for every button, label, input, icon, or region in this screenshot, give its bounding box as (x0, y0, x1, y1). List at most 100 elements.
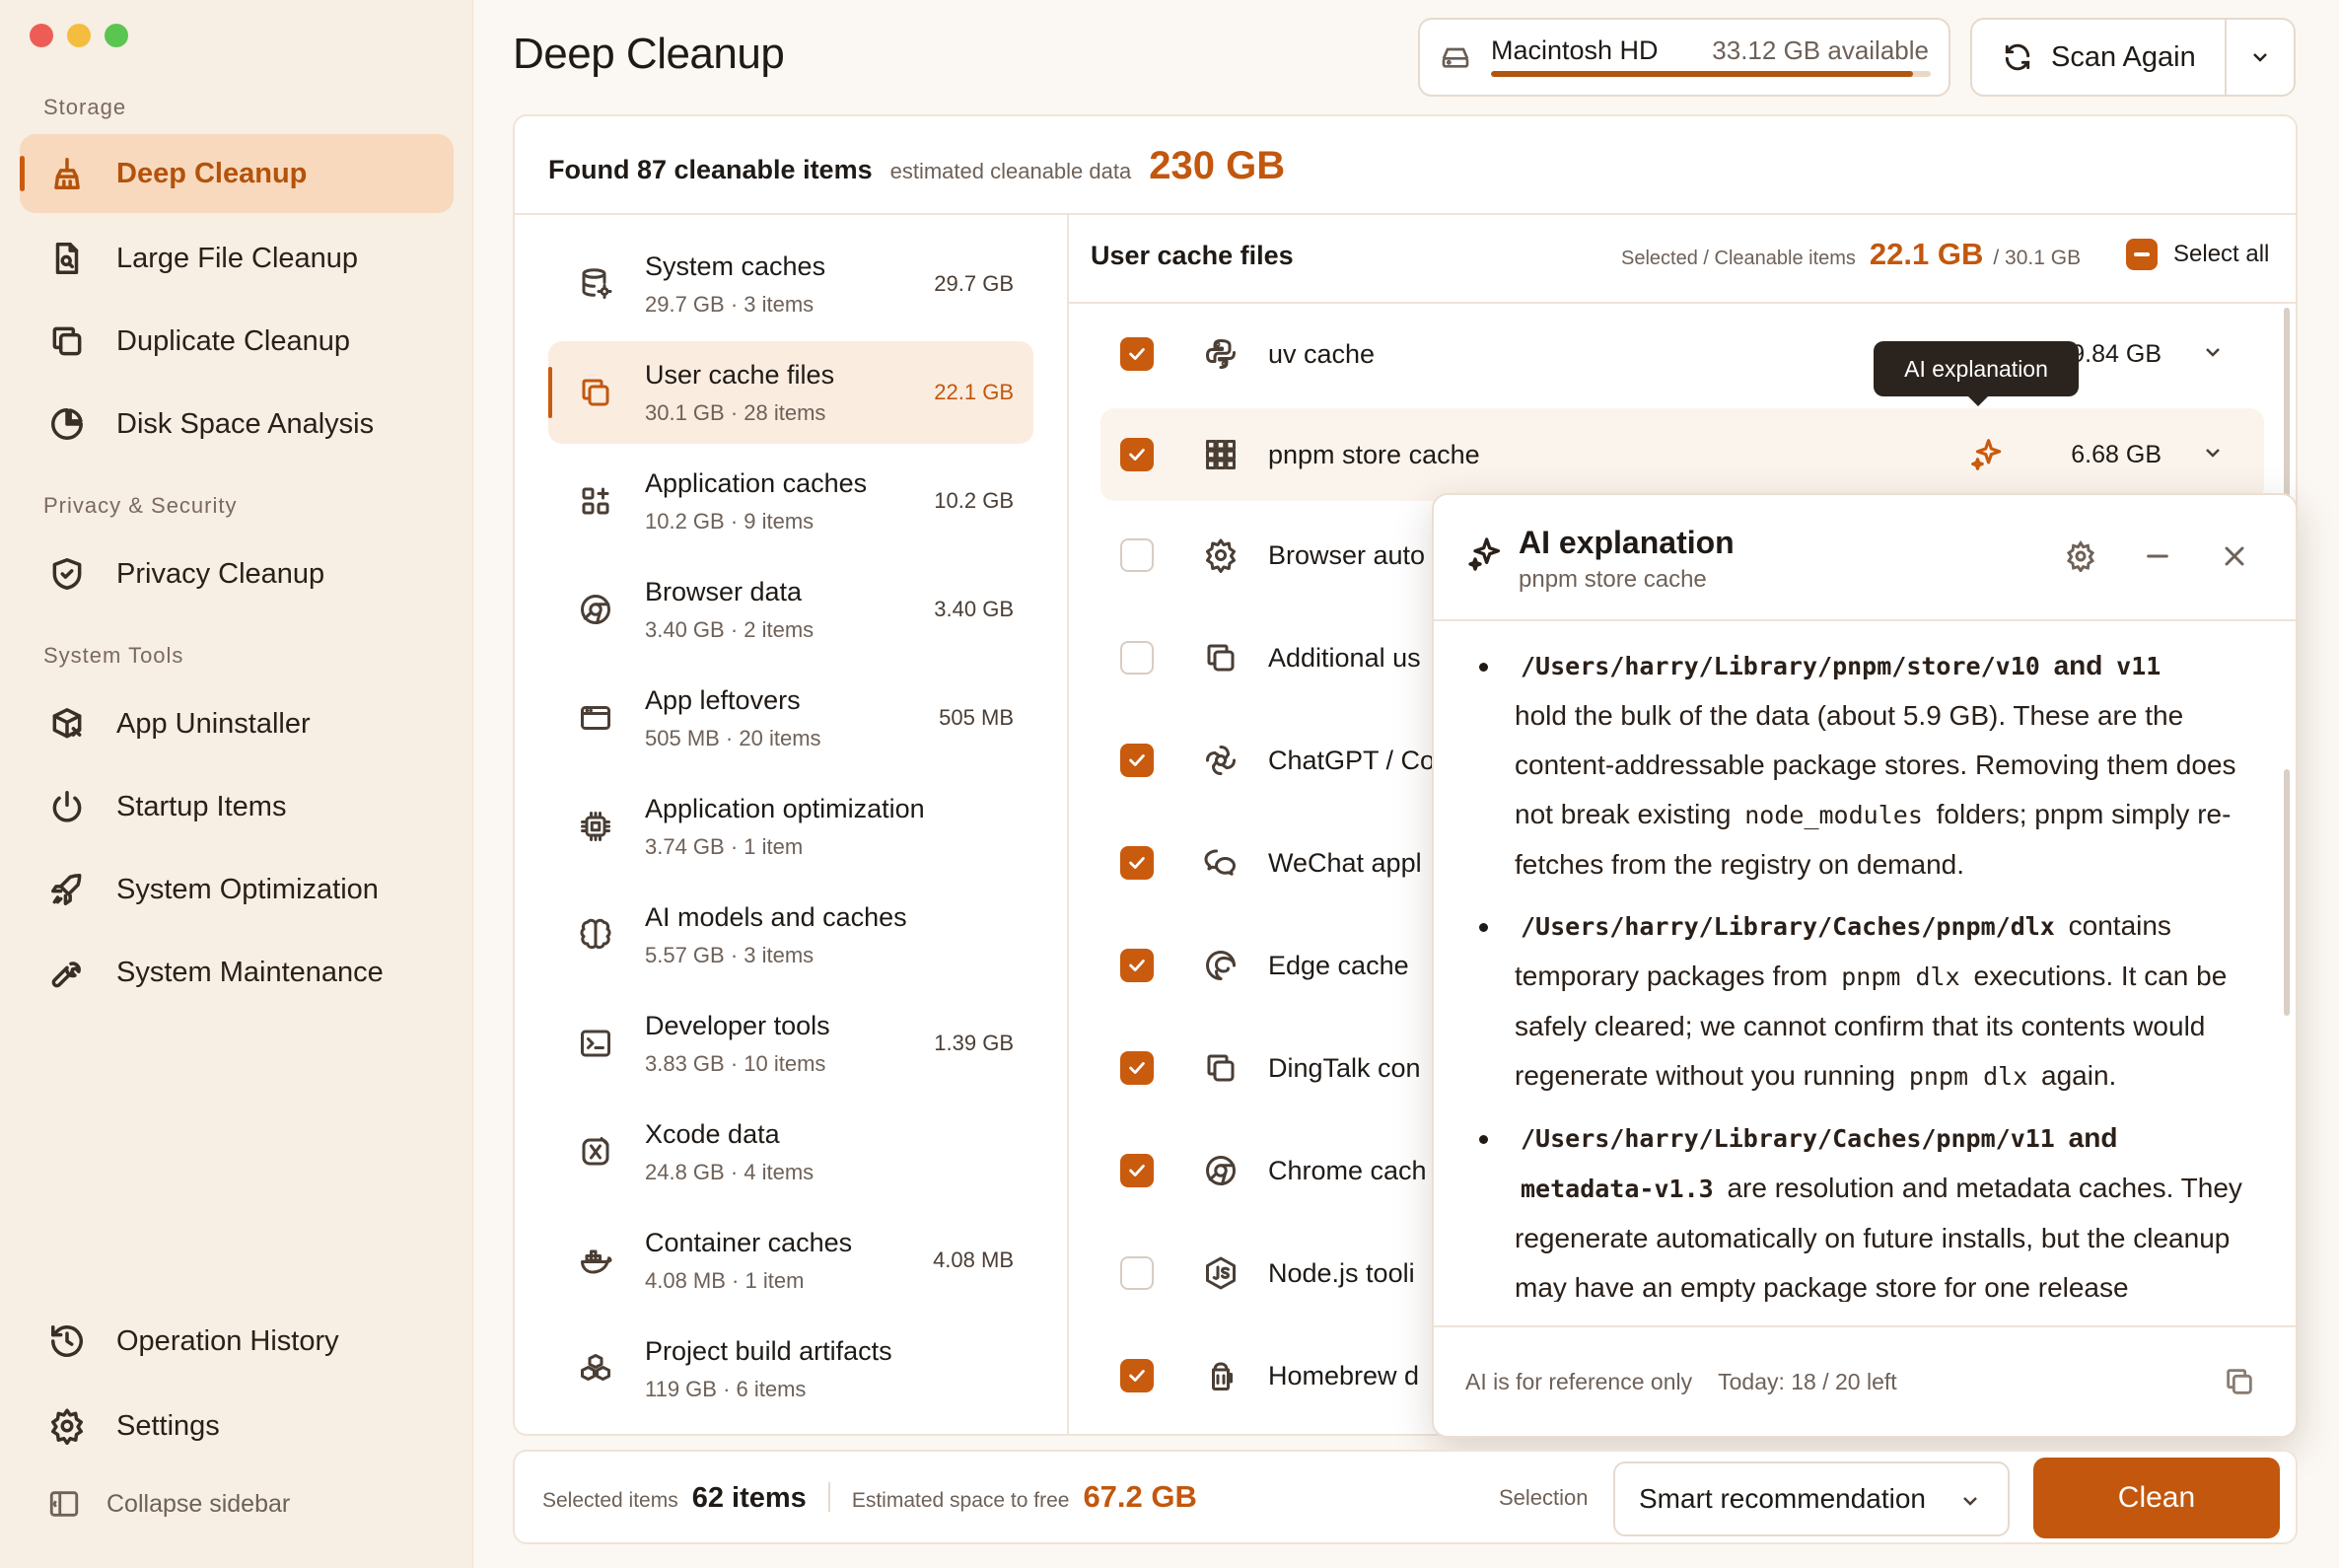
sidebar-item-app-uninstaller[interactable]: App Uninstaller (20, 684, 454, 763)
pie-chart-icon (47, 404, 87, 444)
inline-code: pnpm dlx (1841, 962, 1960, 991)
estimated-value: 230 GB (1149, 144, 1286, 187)
list-item[interactable]: pnpm store cache 6.68 GB (1100, 408, 2264, 501)
sidebar-item-label: Settings (116, 1409, 220, 1442)
collapse-sidebar-label: Collapse sidebar (106, 1489, 291, 1518)
select-all-toggle[interactable]: Select all (2126, 239, 2269, 270)
refresh-icon (2005, 43, 2030, 71)
openai-icon (1201, 741, 1240, 780)
ai-bullet: /Users/harry/Library/pnpm/store/v10 and … (1469, 641, 2248, 890)
gear-icon[interactable] (2065, 540, 2096, 577)
category-size: 3.40 GB (934, 597, 1014, 621)
sidebar-item-operation-history[interactable]: Operation History (20, 1302, 454, 1381)
close-window-button[interactable] (30, 24, 53, 47)
clean-button[interactable]: Clean (2033, 1458, 2280, 1538)
inline-code: node_modules (1744, 801, 1923, 829)
ai-panel-footer: AI is for reference only Today: 18 / 20 … (1434, 1325, 2296, 1436)
zoom-window-button[interactable] (105, 24, 128, 47)
item-checkbox[interactable] (1120, 438, 1154, 471)
sidebar-item-startup-items[interactable]: Startup Items (20, 767, 454, 846)
collapse-sidebar-button[interactable]: Collapse sidebar (47, 1487, 290, 1521)
disk-usage-fill (1491, 71, 1914, 77)
item-checkbox[interactable] (1120, 1154, 1154, 1187)
sidebar-item-large-file-cleanup[interactable]: Large File Cleanup (20, 219, 454, 298)
item-checkbox[interactable] (1120, 949, 1154, 982)
sidebar-item-label: Startup Items (116, 790, 287, 822)
brain-icon (576, 915, 615, 955)
category-system-caches[interactable]: System caches 29.7 GB · 3 items 29.7 GB (548, 233, 1033, 335)
sidebar-item-deep-cleanup[interactable]: Deep Cleanup (20, 134, 454, 213)
path-code: metadata-v1.3 (1521, 1175, 1714, 1203)
item-checkbox[interactable] (1120, 1359, 1154, 1392)
ai-bullet: /Users/harry/Library/Caches/pnpm/dlx con… (1469, 901, 2248, 1102)
sidebar-item-disk-space-analysis[interactable]: Disk Space Analysis (20, 385, 454, 463)
ai-sparkle-icon[interactable] (1968, 436, 2006, 478)
pnpm-grid-icon (1201, 435, 1240, 474)
category-developer-tools[interactable]: Developer tools 3.83 GB · 10 items 1.39 G… (548, 992, 1033, 1095)
selection-total: / 30.1 GB (1993, 247, 2082, 269)
item-checkbox[interactable] (1120, 1256, 1154, 1290)
sidebar-item-duplicate-cleanup[interactable]: Duplicate Cleanup (20, 302, 454, 381)
ai-panel-subtitle: pnpm store cache (1519, 566, 1707, 593)
wrench-icon (47, 953, 87, 992)
category-application-optimization[interactable]: Application optimization 3.74 GB · 1 item (548, 775, 1033, 878)
close-icon[interactable] (2219, 540, 2250, 577)
ai-panel-scrollbar[interactable] (2284, 769, 2290, 1016)
wechat-icon (1201, 843, 1240, 883)
category-browser-data[interactable]: Browser data 3.40 GB · 2 items 3.40 GB (548, 558, 1033, 661)
category-application-caches[interactable]: Application caches 10.2 GB · 9 items 10.2… (548, 450, 1033, 552)
bottom-bar: Selected items 62 items Estimated space … (513, 1450, 2298, 1544)
copy-icon[interactable] (2223, 1365, 2256, 1404)
chevron-down-icon[interactable] (2201, 441, 2264, 469)
category-project-build-artifacts[interactable]: Project build artifacts 119 GB · 6 items (548, 1318, 1033, 1420)
item-checkbox[interactable] (1120, 641, 1154, 675)
category-ai-models[interactable]: AI models and caches 5.57 GB · 3 items (548, 884, 1033, 986)
category-size: 22.1 GB (934, 380, 1014, 404)
item-checkbox[interactable] (1120, 846, 1154, 880)
sidebar-item-system-optimization[interactable]: System Optimization (20, 850, 454, 929)
sidebar-item-privacy-cleanup[interactable]: Privacy Cleanup (20, 535, 454, 613)
items-scrollbar[interactable] (2284, 308, 2290, 505)
scan-again-group: Scan Again (1970, 18, 2296, 97)
sidebar-item-system-maintenance[interactable]: System Maintenance (20, 933, 454, 1012)
check-icon (1129, 449, 1145, 461)
sidebar-item-settings[interactable]: Settings (20, 1387, 454, 1465)
category-xcode-data[interactable]: Xcode data 24.8 GB · 4 items (548, 1101, 1033, 1203)
selection-mode-label: Selection (1499, 1485, 1589, 1510)
select-all-checkbox[interactable] (2126, 239, 2158, 270)
scan-again-button[interactable]: Scan Again (1972, 20, 2225, 95)
category-app-leftovers[interactable]: App leftovers 505 MB · 20 items 505 MB (548, 667, 1033, 769)
sidebar-item-label: Operation History (116, 1324, 339, 1357)
category-name: Xcode data (645, 1118, 780, 1149)
items-panel-title: User cache files (1091, 241, 1294, 270)
category-container-caches[interactable]: Container caches 4.08 MB · 1 item 4.08 MB (548, 1209, 1033, 1312)
category-meta: 24.8 GB · 4 items (645, 1159, 815, 1184)
file-search-icon (47, 239, 87, 278)
selection-value: 22.1 GB (1869, 237, 1984, 271)
ai-text: and (2053, 650, 2103, 680)
category-size: 505 MB (939, 705, 1014, 730)
minimize-icon[interactable] (2142, 540, 2173, 577)
item-checkbox[interactable] (1120, 1051, 1154, 1085)
path-code: /Users/harry/Library/pnpm/store/v10 (1521, 652, 2040, 680)
item-checkbox[interactable] (1120, 337, 1154, 371)
chevron-down-icon[interactable] (2201, 340, 2264, 369)
disk-selector[interactable]: Macintosh HD 33.12 GB available (1418, 18, 1950, 97)
estimated-label: estimated cleanable data (889, 159, 1132, 183)
rocket-icon (47, 870, 87, 909)
category-meta: 3.74 GB · 1 item (645, 833, 804, 859)
minimize-window-button[interactable] (67, 24, 91, 47)
selection-mode-dropdown[interactable]: Smart recommendation (1613, 1461, 2010, 1536)
item-checkbox[interactable] (1120, 744, 1154, 777)
copy-icon (47, 321, 87, 361)
category-meta: 4.08 MB · 1 item (645, 1267, 805, 1293)
selected-items-label: Selected items (542, 1489, 678, 1512)
category-user-cache-files[interactable]: User cache files 30.1 GB · 28 items 22.1 … (548, 341, 1033, 444)
scan-options-dropdown[interactable] (2225, 20, 2294, 95)
selected-items-value: 62 items (691, 1482, 807, 1514)
chrome-icon (1201, 1151, 1240, 1190)
ai-explanation-panel: AI explanation pnpm store cache /Users/h… (1432, 493, 2298, 1438)
list-item[interactable]: uv cache 9.84 GB (1100, 308, 2264, 400)
check-icon (1129, 1062, 1145, 1074)
item-checkbox[interactable] (1120, 538, 1154, 572)
